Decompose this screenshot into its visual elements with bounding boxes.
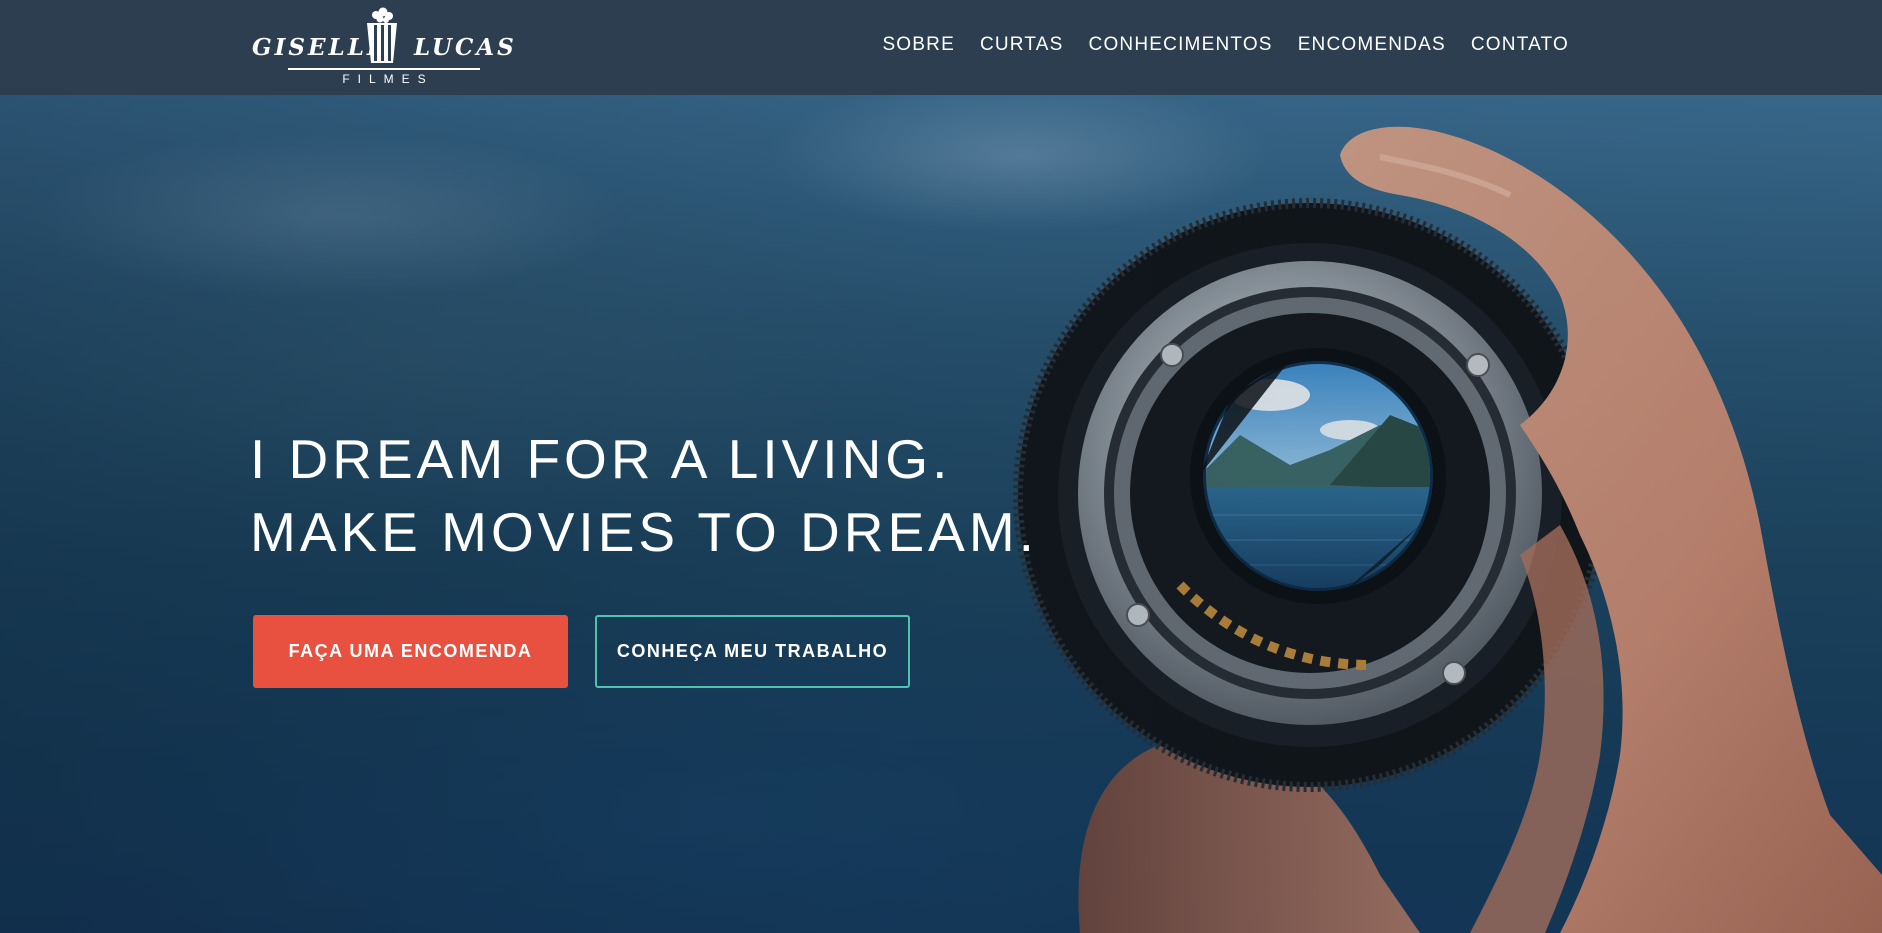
logo-name-right: LUCAS: [414, 34, 517, 61]
nav-item-sobre[interactable]: SOBRE: [882, 34, 955, 56]
nav-item-conhecimentos[interactable]: CONHECIMENTOS: [1089, 34, 1273, 56]
popcorn-box-icon: [367, 7, 397, 63]
logo-divider: [288, 68, 480, 70]
hero-headline-line-1: I DREAM FOR A LIVING.: [250, 428, 952, 490]
nav-item-contato[interactable]: CONTATO: [1471, 34, 1569, 56]
page: GISELLE LUCAS FILMES SOBRE CURTAS CONHEC…: [0, 0, 1882, 933]
hero-headline-line-2: MAKE MOVIES TO DREAM.: [250, 501, 1038, 563]
main-nav: SOBRE CURTAS CONHECIMENTOS ENCOMENDAS CO…: [882, 34, 1569, 56]
site-header: GISELLE LUCAS FILMES SOBRE CURTAS CONHEC…: [0, 0, 1882, 95]
hero-section: I DREAM FOR A LIVING. MAKE MOVIES TO DRE…: [0, 95, 1882, 933]
brand-logo[interactable]: GISELLE LUCAS FILMES: [252, 6, 514, 88]
logo-subtitle: FILMES: [342, 72, 434, 86]
see-my-work-button[interactable]: CONHEÇA MEU TRABALHO: [595, 615, 910, 688]
hero-headline: I DREAM FOR A LIVING. MAKE MOVIES TO DRE…: [250, 423, 1038, 569]
nav-item-encomendas[interactable]: ENCOMENDAS: [1298, 34, 1446, 56]
nav-item-curtas[interactable]: CURTAS: [980, 34, 1064, 56]
order-button[interactable]: FAÇA UMA ENCOMENDA: [253, 615, 568, 688]
